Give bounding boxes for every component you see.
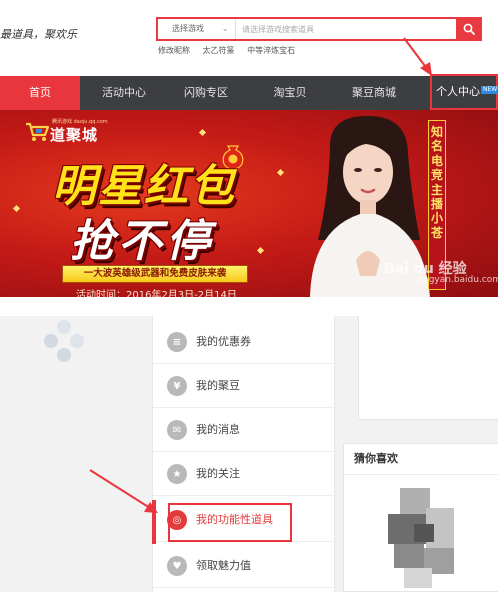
menu-item-label: 我的关注 [196,467,240,480]
site-header: 最道具，聚欢乐 选择游戏 ⌄ 修改昵称 太乙符篆 中等淬炼宝石 [0,0,498,76]
new-badge: NEW [481,86,498,94]
user-center-label: 个人中心 [436,85,480,98]
search-icon [463,23,475,35]
sparkle-decoration [12,204,21,213]
cart-logo-icon [26,122,50,141]
main-nav: 首页 活动中心 闪购专区 淘宝贝 聚豆商城 [0,76,498,110]
game-select-label: 选择游戏 [172,24,204,33]
hot-link[interactable]: 修改昵称 [158,46,190,55]
watermark-url: jingyan.baidu.com [418,275,498,285]
nav-item-bean-mall[interactable]: 聚豆商城 [336,76,412,110]
hot-link[interactable]: 太乙符篆 [203,46,235,55]
coupon-icon: ≡ [167,332,187,352]
heart-icon: ♥ [167,556,187,576]
nav-item-activity[interactable]: 活动中心 [88,76,160,110]
search-input[interactable] [242,19,452,39]
menu-item-charm[interactable]: ♥ 领取魅力值 [153,544,336,588]
sparkle-decoration [276,168,285,177]
user-menu: ≡ 我的优惠券 ¥ 我的聚豆 ✉ 我的消息 ★ 我的关注 ◎ 我的功能性道具 ♥… [152,316,336,592]
menu-item-label: 我的消息 [196,423,240,436]
menu-item-messages[interactable]: ✉ 我的消息 [153,408,336,452]
star-icon: ★ [167,464,187,484]
section-gap [0,297,498,316]
search-button[interactable] [456,17,482,41]
sparkle-decoration [256,246,265,255]
menu-item-coupons[interactable]: ≡ 我的优惠券 [153,320,336,364]
message-icon: ✉ [167,420,187,440]
banner-title-line2: 抢不停 [70,216,214,267]
highlight-annotation-box [168,503,292,542]
nav-item-flash-sale[interactable]: 闪购专区 [170,76,242,110]
nav-item-home[interactable]: 首页 [0,76,80,110]
nav-item-treasure[interactable]: 淘宝贝 [254,76,326,110]
promo-banner[interactable]: 腾讯游戏 daoju.qq.com 道聚城 明星红包 抢不停 一大波英雄级武器和… [0,110,498,297]
search-bar: 选择游戏 ⌄ [156,17,482,41]
menu-item-follows[interactable]: ★ 我的关注 [153,452,336,496]
hot-link[interactable]: 中等淬炼宝石 [247,46,295,55]
divider [344,474,498,475]
info-panel [358,316,498,420]
banner-brand: 道聚城 [50,126,99,144]
recommended-item-thumbnail[interactable] [384,484,460,590]
banner-strip: 一大波英雄级武器和免费皮肤来袭 [62,265,248,283]
hot-search-links: 修改昵称 太乙符篆 中等淬炼宝石 [158,45,305,56]
nav-item-user-center[interactable]: 个人中心 NEW [430,74,498,110]
banner-date: 活动时间：2016年2月3日-2月14日 [76,290,237,297]
decorative-circles-icon [44,320,84,362]
menu-item-label: 我的优惠券 [196,335,251,348]
sparkle-decoration [198,128,207,137]
recommendations-title: 猜你喜欢 [354,452,398,465]
site-slogan: 最道具，聚欢乐 [0,28,77,41]
menu-item-label: 领取魅力值 [196,559,251,572]
chevron-down-icon: ⌄ [221,24,229,34]
bean-icon: ¥ [167,376,187,396]
recommendations-panel: 猜你喜欢 [343,443,498,592]
menu-item-beans[interactable]: ¥ 我的聚豆 [153,364,336,408]
game-select[interactable]: 选择游戏 ⌄ [158,19,236,39]
menu-item-label: 我的聚豆 [196,379,240,392]
